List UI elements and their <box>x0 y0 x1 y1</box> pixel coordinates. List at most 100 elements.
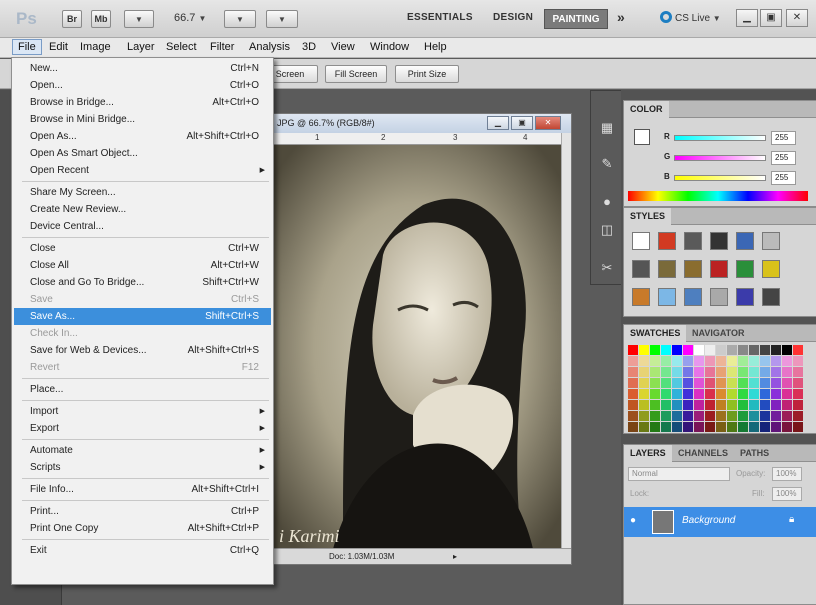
color-swatch[interactable] <box>628 378 638 388</box>
color-swatch[interactable] <box>639 367 649 377</box>
color-swatch[interactable] <box>738 411 748 421</box>
color-swatch[interactable] <box>639 422 649 432</box>
color-swatch[interactable] <box>782 389 792 399</box>
fill-screen-button[interactable]: Fill Screen <box>325 65 387 83</box>
cs-live-menu[interactable]: CS Live ▼ <box>660 11 721 24</box>
color-swatch[interactable] <box>760 367 770 377</box>
workspace-design[interactable]: DESIGN <box>493 12 533 23</box>
arrange-documents-button[interactable]: ▼ <box>224 10 256 28</box>
green-slider[interactable] <box>674 155 766 161</box>
color-swatch[interactable] <box>782 378 792 388</box>
workspace-essentials[interactable]: ESSENTIALS <box>407 12 473 23</box>
color-swatch[interactable] <box>793 411 803 421</box>
color-swatch[interactable] <box>705 378 715 388</box>
color-swatch[interactable] <box>793 422 803 432</box>
color-swatch[interactable] <box>716 356 726 366</box>
color-swatch[interactable] <box>738 400 748 410</box>
color-swatch[interactable] <box>672 345 682 355</box>
clone-source-icon[interactable]: ● <box>595 191 619 213</box>
color-swatch[interactable] <box>738 378 748 388</box>
more-workspaces-button[interactable]: » <box>617 9 625 25</box>
menu-view[interactable]: View <box>331 41 355 53</box>
color-swatch[interactable] <box>672 411 682 421</box>
tab-channels[interactable]: CHANNELS <box>672 445 734 462</box>
color-swatch[interactable] <box>628 356 638 366</box>
color-swatch[interactable] <box>628 411 638 421</box>
color-swatch[interactable] <box>650 422 660 432</box>
style-preset[interactable] <box>658 260 676 278</box>
file-menu-item-close[interactable]: Close Ctrl+W <box>14 240 271 257</box>
color-swatch[interactable] <box>628 389 638 399</box>
color-swatch[interactable] <box>639 345 649 355</box>
file-menu-item-open-as-smart-object[interactable]: Open As Smart Object... <box>14 145 271 162</box>
file-menu-item-print-one-copy[interactable]: Print One Copy Alt+Shift+Ctrl+P <box>14 520 271 537</box>
color-swatch[interactable] <box>727 367 737 377</box>
color-swatch[interactable] <box>661 367 671 377</box>
brush-presets-icon[interactable]: ✎ <box>595 153 619 175</box>
style-preset[interactable] <box>632 232 650 250</box>
tool-presets-icon[interactable]: ◫ <box>595 219 619 241</box>
color-swatch[interactable] <box>793 400 803 410</box>
color-swatch[interactable] <box>694 411 704 421</box>
screen-mode-button[interactable]: ▼ <box>266 10 298 28</box>
menu-file[interactable]: File <box>12 39 42 55</box>
color-swatch[interactable] <box>683 367 693 377</box>
color-swatch[interactable] <box>738 356 748 366</box>
color-swatch[interactable] <box>705 367 715 377</box>
file-menu-item-open-recent[interactable]: Open Recent ▶ <box>14 162 271 179</box>
style-preset[interactable] <box>684 232 702 250</box>
color-swatch[interactable] <box>760 400 770 410</box>
minimize-button[interactable]: ▁ <box>736 9 758 27</box>
file-menu-item-place[interactable]: Place... <box>14 381 271 398</box>
style-preset[interactable] <box>710 260 728 278</box>
style-preset[interactable] <box>632 260 650 278</box>
file-menu-item-automate[interactable]: Automate ▶ <box>14 442 271 459</box>
color-swatch[interactable] <box>782 411 792 421</box>
color-swatch[interactable] <box>716 345 726 355</box>
file-menu-item-revert[interactable]: Revert F12 <box>14 359 271 376</box>
color-swatch[interactable] <box>749 400 759 410</box>
color-swatch[interactable] <box>694 345 704 355</box>
close-button[interactable]: ✕ <box>786 9 808 27</box>
color-swatch[interactable] <box>683 356 693 366</box>
color-swatch[interactable] <box>782 356 792 366</box>
menu-select[interactable]: Select <box>166 41 197 53</box>
workspace-painting[interactable]: PAINTING <box>544 9 608 29</box>
color-swatch[interactable] <box>661 378 671 388</box>
color-swatch[interactable] <box>661 389 671 399</box>
style-preset[interactable] <box>736 288 754 306</box>
menu-layer[interactable]: Layer <box>127 41 155 53</box>
file-menu-item-save-for-web-devices[interactable]: Save for Web & Devices... Alt+Shift+Ctrl+… <box>14 342 271 359</box>
style-preset[interactable] <box>736 260 754 278</box>
doc-close-button[interactable]: ✕ <box>535 116 561 130</box>
tab-styles[interactable]: STYLES <box>624 208 672 225</box>
color-swatch[interactable] <box>694 356 704 366</box>
color-swatch[interactable] <box>738 389 748 399</box>
color-swatch[interactable] <box>650 400 660 410</box>
color-swatch[interactable] <box>650 411 660 421</box>
color-swatch[interactable] <box>683 422 693 432</box>
blue-value[interactable]: 255 <box>771 171 796 185</box>
color-swatch[interactable] <box>650 378 660 388</box>
color-swatch[interactable] <box>760 422 770 432</box>
color-swatch[interactable] <box>628 367 638 377</box>
color-swatch[interactable] <box>672 378 682 388</box>
color-swatch[interactable] <box>716 400 726 410</box>
color-swatch[interactable] <box>694 367 704 377</box>
color-swatch[interactable] <box>694 422 704 432</box>
color-swatch[interactable] <box>672 389 682 399</box>
launch-mini-bridge-button[interactable]: Mb <box>91 10 111 28</box>
file-menu-item-export[interactable]: Export ▶ <box>14 420 271 437</box>
color-swatch[interactable] <box>727 345 737 355</box>
color-swatch[interactable] <box>661 400 671 410</box>
color-swatch[interactable] <box>793 389 803 399</box>
color-swatch[interactable] <box>628 400 638 410</box>
style-preset[interactable] <box>736 232 754 250</box>
color-swatch[interactable] <box>672 367 682 377</box>
tab-layers[interactable]: LAYERS <box>624 445 672 462</box>
style-preset[interactable] <box>762 232 780 250</box>
color-swatch[interactable] <box>771 411 781 421</box>
color-swatch[interactable] <box>661 411 671 421</box>
color-spectrum-bar[interactable] <box>628 191 808 201</box>
style-preset[interactable] <box>762 288 780 306</box>
